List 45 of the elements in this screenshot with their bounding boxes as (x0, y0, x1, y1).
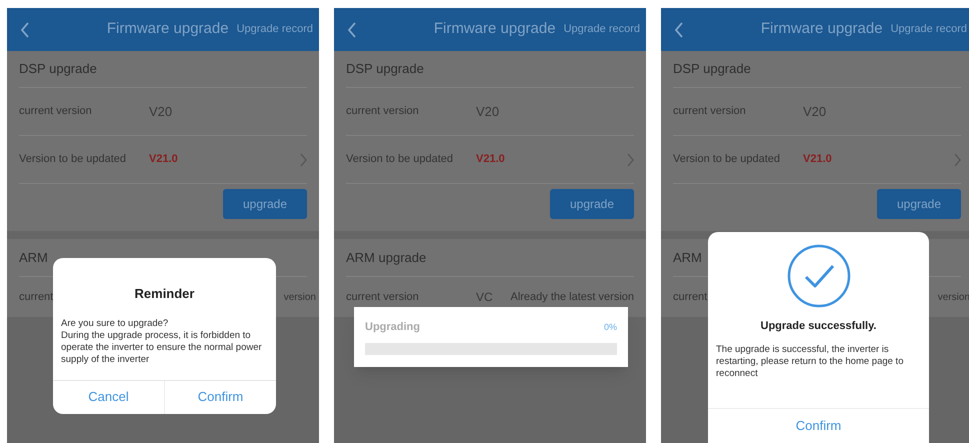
section-title: ARM upgrade (346, 239, 634, 277)
check-circle-icon (786, 244, 850, 308)
section-title: DSP upgrade (673, 51, 961, 88)
back-icon[interactable] (21, 22, 30, 38)
section-title: DSP upgrade (346, 51, 634, 88)
row-label: current version (673, 104, 747, 120)
version-value: V21.0 (476, 152, 506, 168)
dialog-title: Upgrade successfully. (760, 319, 876, 334)
dialog-message: During the upgrade process, it is forbidden to operate the inverter to ensure the normal power supply of the inverter (61, 330, 263, 366)
version-value: V20 (803, 102, 828, 121)
dialog-message: The upgrade is successful, the inverter is restarting, please return to the home page to reconnect (715, 344, 904, 380)
row-label: Version to be updated (19, 152, 128, 168)
page-title: Firmware upgrade (106, 19, 230, 40)
dialog-button[interactable]: Confirm (708, 409, 929, 443)
row-label: current version (346, 104, 420, 120)
dialog-button[interactable]: Cancel (53, 380, 164, 414)
row-label: Version to be updated (673, 152, 782, 168)
dialog-title: Upgrading (365, 320, 420, 335)
page-title: Firmware upgrade (760, 19, 884, 40)
row-label: Version to be updated (346, 152, 454, 168)
version-value: V20 (149, 102, 174, 121)
row-label: current (673, 290, 708, 305)
version-status: Already the latest version (510, 290, 634, 305)
dialog-title: Reminder (134, 285, 196, 303)
page-title: Firmware upgrade (432, 19, 557, 40)
version-value: V21.0 (149, 152, 179, 168)
version-value: V21.0 (803, 152, 833, 168)
version-value: VC (476, 289, 494, 306)
version-value: V20 (476, 102, 500, 121)
row-label: current version (19, 104, 93, 120)
dialog-button[interactable]: Confirm (164, 380, 276, 414)
back-icon[interactable] (675, 22, 684, 38)
upgrade-record-link[interactable]: Upgrade record (564, 21, 640, 38)
back-icon[interactable] (348, 22, 357, 38)
version-status: version (284, 290, 316, 304)
version-status: version (938, 290, 969, 304)
section-title: DSP upgrade (19, 51, 307, 88)
dialog-message: Are you sure to upgrade? (61, 318, 170, 330)
progress-percent: 0% (604, 320, 617, 334)
upgrade-button[interactable]: upgrade (877, 189, 961, 219)
upgrade-button[interactable]: upgrade (223, 189, 307, 219)
upgrade-button[interactable]: upgrade (550, 189, 634, 219)
row-label: current version (346, 290, 420, 305)
upgrade-record-link[interactable]: Upgrade record (236, 21, 313, 38)
upgrade-record-link[interactable]: Upgrade record (890, 21, 967, 38)
